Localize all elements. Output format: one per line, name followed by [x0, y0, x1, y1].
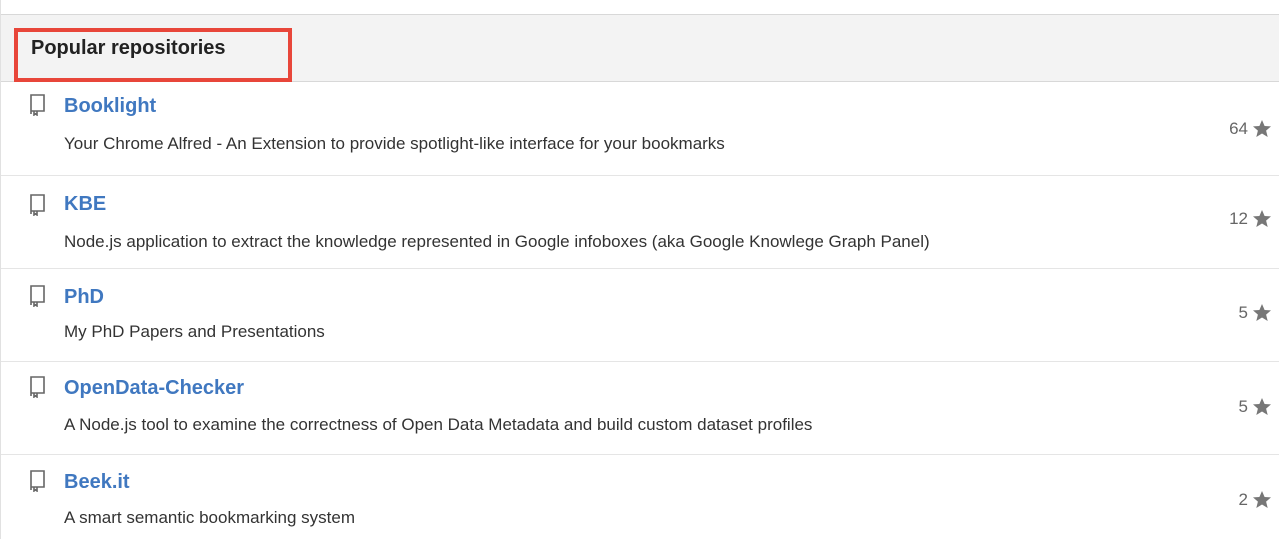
repo-row[interactable]: PhD My PhD Papers and Presentations 5: [1, 269, 1279, 362]
repo-book-icon: [30, 94, 45, 116]
repo-stars[interactable]: 5: [1239, 302, 1272, 324]
repo-name-link[interactable]: Beek.it: [64, 470, 130, 494]
repo-stars[interactable]: 12: [1229, 208, 1272, 230]
repo-name-link[interactable]: KBE: [64, 192, 106, 216]
repo-row[interactable]: Beek.it A smart semantic bookmarking sys…: [1, 455, 1279, 539]
repo-row[interactable]: Booklight Your Chrome Alfred - An Extens…: [1, 82, 1279, 176]
star-icon: [1253, 210, 1271, 227]
star-count: 5: [1238, 397, 1248, 416]
star-count: 64: [1229, 119, 1248, 138]
repo-description: A Node.js tool to examine the correctnes…: [64, 415, 813, 434]
repo-description: Your Chrome Alfred - An Extension to pro…: [64, 134, 725, 153]
repo-stars[interactable]: 64: [1229, 118, 1272, 140]
repo-book-icon: [30, 194, 45, 216]
repo-book-icon: [30, 376, 45, 398]
star-icon: [1253, 120, 1271, 137]
repo-name-link[interactable]: Booklight: [64, 94, 156, 118]
repo-row[interactable]: KBE Node.js application to extract the k…: [1, 176, 1279, 269]
star-count: 12: [1229, 209, 1248, 228]
repo-book-icon: [30, 285, 45, 307]
repo-stars[interactable]: 2: [1239, 489, 1272, 511]
repo-name-link[interactable]: PhD: [64, 285, 104, 309]
popular-repositories-panel: Popular repositories Booklight Your Chro…: [0, 0, 1279, 539]
repo-description: My PhD Papers and Presentations: [64, 322, 325, 341]
star-count: 2: [1238, 490, 1248, 509]
star-count: 5: [1238, 303, 1248, 322]
repo-row[interactable]: OpenData-Checker A Node.js tool to exami…: [1, 362, 1279, 455]
repo-description: Node.js application to extract the knowl…: [64, 232, 930, 251]
repo-book-icon: [30, 470, 45, 492]
repo-description: A smart semantic bookmarking system: [64, 508, 355, 527]
star-icon: [1253, 398, 1271, 415]
panel-title: Popular repositories: [31, 37, 226, 59]
repo-stars[interactable]: 5: [1239, 396, 1272, 418]
repo-name-link[interactable]: OpenData-Checker: [64, 376, 244, 400]
star-icon: [1253, 304, 1271, 321]
star-icon: [1253, 491, 1271, 508]
